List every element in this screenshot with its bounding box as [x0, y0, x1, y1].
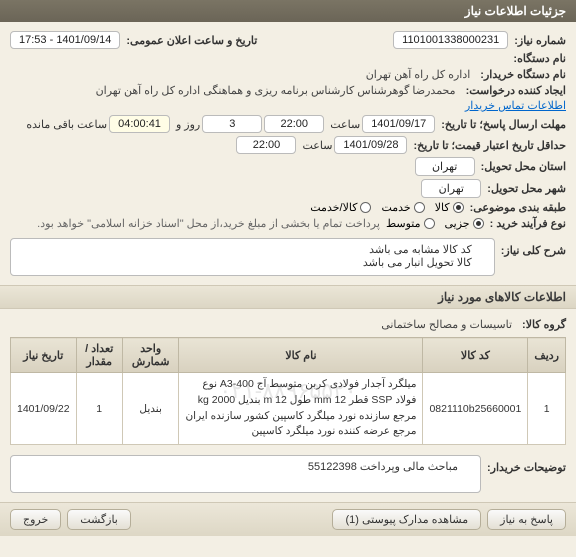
- info-section: شماره نیاز: 1101001338000231 تاریخ و ساع…: [0, 22, 576, 285]
- announce-label: تاریخ و ساعت اعلان عمومی:: [126, 34, 257, 47]
- deadline-date: 1401/09/17: [362, 115, 435, 133]
- cat-radio-both[interactable]: کالا/خدمت: [310, 201, 371, 214]
- cell-idx: 1: [528, 373, 566, 445]
- cell-name: میلگرد آجدار فولادی کربن متوسط آج A3-400…: [179, 373, 423, 445]
- group-label: گروه کالا:: [522, 318, 566, 331]
- cat-radio-service[interactable]: خدمت: [381, 201, 424, 214]
- col-idx: ردیف: [528, 338, 566, 373]
- buyer-note-label: توضیحات خریدار:: [487, 461, 566, 474]
- cat-radio-group: کالا خدمت کالا/خدمت: [310, 201, 463, 214]
- cell-code: 0821110b25660001: [423, 373, 528, 445]
- radio-icon: [453, 202, 464, 213]
- desc-label: شرح کلی نیاز:: [501, 244, 566, 257]
- remain-label: ساعت باقی مانده: [26, 118, 107, 131]
- city-loc-label: شهر محل تحویل:: [487, 182, 566, 195]
- back-button[interactable]: بازگشت: [67, 509, 131, 530]
- proc-radio-minor[interactable]: جزیی: [445, 217, 484, 230]
- items-header: اطلاعات کالاهای مورد نیاز: [0, 285, 576, 309]
- contact-link[interactable]: اطلاعات تماس خریدار: [465, 99, 566, 112]
- validity-date: 1401/09/28: [334, 136, 407, 154]
- exit-button[interactable]: خروج: [10, 509, 61, 530]
- time-label-2: ساعت: [302, 139, 332, 152]
- col-unit: واحد شمارش: [122, 338, 179, 373]
- cell-qty: 1: [76, 373, 122, 445]
- buyer-label: نام دستگاه خریدار:: [480, 68, 566, 81]
- proc-label: نوع فرآیند خرید :: [490, 217, 566, 230]
- validity-time: 22:00: [236, 136, 296, 154]
- col-qty: تعداد / مقدار: [76, 338, 122, 373]
- buyer-note-textarea[interactable]: مباحث مالی وپرداخت 55122398: [10, 455, 481, 493]
- radio-icon: [473, 218, 484, 229]
- items-section: گروه کالا: تاسیسات و مصالح ساختمانی ردیف…: [0, 309, 576, 502]
- proc-note: پرداخت تمام یا بخشی از مبلغ خرید،از محل …: [37, 217, 380, 230]
- deadline-time: 22:00: [264, 115, 324, 133]
- buyer-value: اداره کل راه آهن تهران: [366, 68, 471, 81]
- table-row[interactable]: 1 0821110b25660001 میلگرد آجدار فولادی ک…: [11, 373, 566, 445]
- announce-value: 1401/09/14 - 17:53: [10, 31, 120, 49]
- cell-date: 1401/09/22: [11, 373, 77, 445]
- org-label: نام دستگاه:: [513, 52, 566, 65]
- deadline-remain: 04:00:41: [109, 115, 170, 133]
- col-code: کد کالا: [423, 338, 528, 373]
- proc-radio-group: جزیی متوسط: [386, 217, 484, 230]
- panel-title: جزئیات اطلاعات نیاز: [465, 4, 566, 18]
- reply-button[interactable]: پاسخ به نیاز: [487, 509, 566, 530]
- desc-textarea[interactable]: کد کالا مشابه می باشد کالا تحویل انبار م…: [10, 238, 495, 276]
- need-loc-value: تهران: [415, 157, 475, 176]
- need-loc-label: استان محل تحویل:: [481, 160, 566, 173]
- need-no-value: 1101001338000231: [393, 31, 508, 49]
- radio-icon: [414, 202, 425, 213]
- deadline-label: مهلت ارسال پاسخ؛ تا تاریخ:: [441, 118, 566, 131]
- creator-value: محمدرضا گوهرشناس کارشناس برنامه ریزی و ه…: [96, 84, 456, 97]
- proc-radio-medium[interactable]: متوسط: [386, 217, 435, 230]
- city-loc-value: تهران: [421, 179, 481, 198]
- cat-label: طبقه بندی موضوعی:: [470, 201, 566, 214]
- col-date: تاریخ نیاز: [11, 338, 77, 373]
- radio-icon: [360, 202, 371, 213]
- group-value: تاسیسات و مصالح ساختمانی: [381, 318, 512, 331]
- cell-unit: بندیل: [122, 373, 179, 445]
- radio-icon: [424, 218, 435, 229]
- footer-bar: پاسخ به نیاز مشاهده مدارک پیوستی (1) باز…: [0, 502, 576, 536]
- table-wrapper: ردیف کد کالا نام کالا واحد شمارش تعداد /…: [10, 337, 566, 445]
- items-title: اطلاعات کالاهای مورد نیاز: [438, 290, 566, 304]
- need-no-label: شماره نیاز:: [514, 34, 566, 47]
- time-label-1: ساعت: [330, 118, 360, 131]
- table-header-row: ردیف کد کالا نام کالا واحد شمارش تعداد /…: [11, 338, 566, 373]
- deadline-days: 3: [202, 115, 262, 133]
- panel-header: جزئیات اطلاعات نیاز: [0, 0, 576, 22]
- items-table: ردیف کد کالا نام کالا واحد شمارش تعداد /…: [10, 337, 566, 445]
- col-name: نام کالا: [179, 338, 423, 373]
- creator-label: ایجاد کننده درخواست:: [466, 84, 566, 97]
- day-label: روز و: [176, 118, 200, 131]
- validity-label: حداقل تاریخ اعتبار قیمت؛ تا تاریخ:: [413, 139, 566, 152]
- cat-radio-goods[interactable]: کالا: [435, 201, 464, 214]
- docs-button[interactable]: مشاهده مدارک پیوستی (1): [332, 509, 481, 530]
